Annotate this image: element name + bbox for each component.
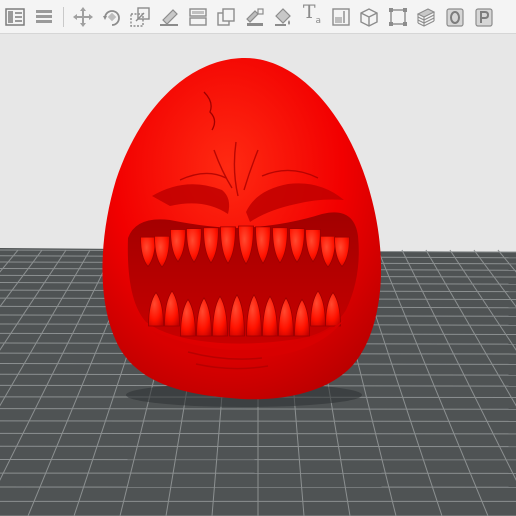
- split-icon[interactable]: [187, 6, 209, 28]
- cube-icon[interactable]: [358, 6, 380, 28]
- top-toolbar: Ta: [0, 0, 516, 34]
- layers-list-icon[interactable]: [33, 6, 55, 28]
- layers-stack-icon[interactable]: [415, 6, 437, 28]
- viewport-canvas: [0, 34, 516, 516]
- rotate-icon[interactable]: [101, 6, 123, 28]
- move-arrows-icon[interactable]: [72, 6, 94, 28]
- scale-icon[interactable]: [129, 6, 151, 28]
- 3d-viewport[interactable]: [0, 34, 516, 516]
- toolbar-separator: [63, 6, 65, 27]
- measure-icon[interactable]: [330, 6, 352, 28]
- layout-panel-icon[interactable]: [4, 6, 26, 28]
- support-paint-icon[interactable]: [244, 6, 266, 28]
- preview-icon[interactable]: [473, 6, 495, 28]
- text-tool-label: Ta: [302, 1, 322, 26]
- place-on-bed-icon[interactable]: [158, 6, 180, 28]
- text-tool-icon[interactable]: Ta: [301, 1, 323, 28]
- fit-view-icon[interactable]: [387, 6, 409, 28]
- color-paint-icon[interactable]: [272, 6, 294, 28]
- zero-icon[interactable]: [444, 6, 466, 28]
- arrange-icon[interactable]: [215, 6, 237, 28]
